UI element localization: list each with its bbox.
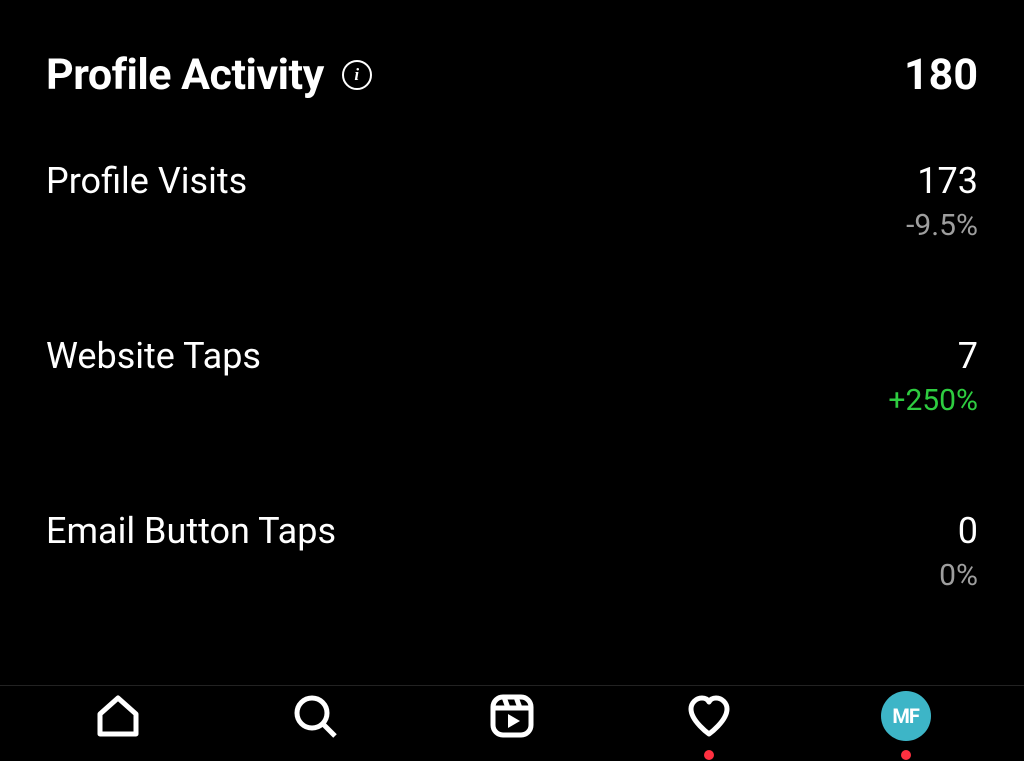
metric-website-taps: Website Taps 7 +250%: [46, 335, 978, 418]
section-title: Profile Activity: [46, 50, 324, 100]
metric-values: 173 -9.5%: [906, 160, 978, 243]
search-icon: [291, 692, 339, 740]
section-total-value: 180: [904, 50, 978, 100]
metric-change: 0%: [939, 558, 978, 593]
metric-label: Website Taps: [46, 335, 261, 377]
avatar: MF: [881, 691, 931, 741]
avatar-initials: MF: [892, 704, 919, 728]
metric-value: 0: [939, 510, 978, 552]
info-icon[interactable]: i: [342, 60, 372, 90]
notification-dot: [901, 750, 911, 760]
bottom-navigation: MF: [0, 685, 1024, 761]
metric-value: 173: [906, 160, 978, 202]
nav-activity[interactable]: [679, 686, 739, 746]
section-header: Profile Activity i 180: [46, 50, 978, 100]
nav-search[interactable]: [285, 686, 345, 746]
heart-icon: [685, 692, 733, 740]
nav-reels[interactable]: [482, 686, 542, 746]
metric-label: Email Button Taps: [46, 510, 336, 552]
metric-values: 7 +250%: [888, 335, 978, 418]
nav-profile[interactable]: MF: [876, 686, 936, 746]
metric-profile-visits: Profile Visits 173 -9.5%: [46, 160, 978, 243]
header-left: Profile Activity i: [46, 50, 372, 100]
metric-value: 7: [888, 335, 978, 377]
metric-values: 0 0%: [939, 510, 978, 593]
home-icon: [94, 692, 142, 740]
metric-label: Profile Visits: [46, 160, 247, 202]
metric-change: -9.5%: [906, 208, 978, 243]
profile-activity-section: Profile Activity i 180 Profile Visits 17…: [0, 0, 1024, 685]
metric-email-taps: Email Button Taps 0 0%: [46, 510, 978, 593]
notification-dot: [704, 750, 714, 760]
metric-change: +250%: [888, 383, 978, 418]
nav-home[interactable]: [88, 686, 148, 746]
reels-icon: [488, 692, 536, 740]
